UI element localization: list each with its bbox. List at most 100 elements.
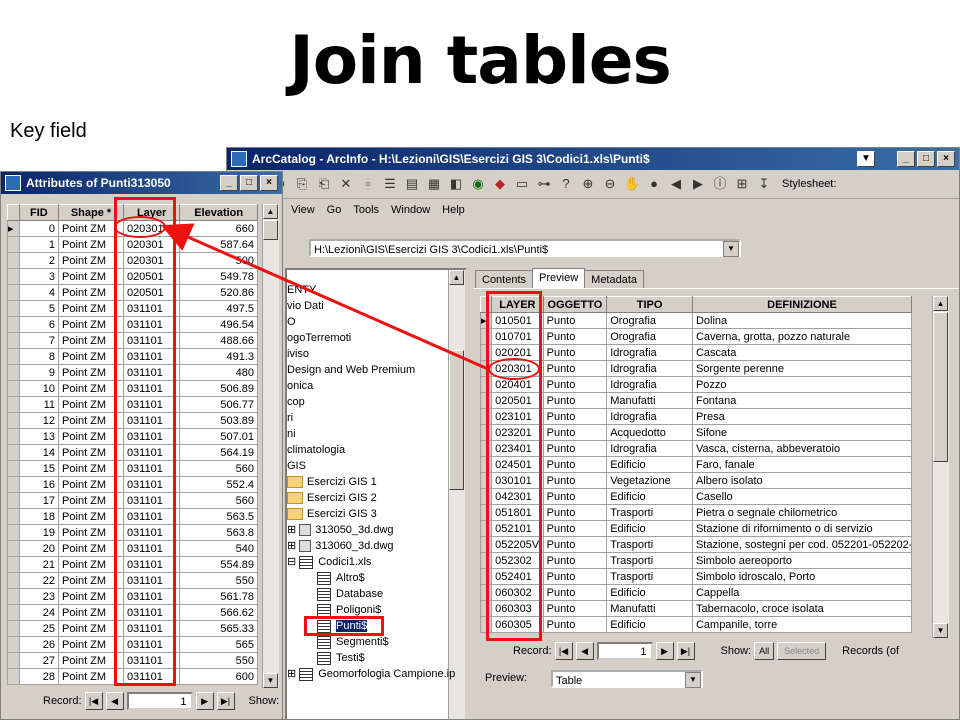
row-selector[interactable] xyxy=(7,316,20,333)
row-selector[interactable]: ▸ xyxy=(7,220,20,237)
oggetto-cell[interactable]: Punto xyxy=(542,360,608,377)
tipo-cell[interactable]: Idrografia xyxy=(606,376,693,393)
elevation-cell[interactable]: 503.89 xyxy=(179,412,258,429)
next-record-icon[interactable]: ▶ xyxy=(195,692,214,710)
definizione-cell[interactable]: Presa xyxy=(691,408,913,425)
first-record-icon[interactable]: |◀ xyxy=(554,642,573,660)
elevation-cell[interactable]: 550 xyxy=(179,572,258,589)
table-row[interactable]: 051801 Punto Trasporti Pietra o segnale chi… xyxy=(479,504,913,521)
tree-item[interactable]: vio Dati xyxy=(287,298,324,314)
tipo-cell[interactable]: Trasporti xyxy=(606,536,693,553)
tipo-cell[interactable]: Edificio xyxy=(606,520,693,537)
oggetto-cell[interactable]: Punto xyxy=(542,424,608,441)
elevation-cell[interactable]: 600 xyxy=(179,668,258,685)
oggetto-cell[interactable]: Punto xyxy=(542,440,608,457)
tree-item[interactable]: ri xyxy=(287,410,293,426)
definizione-cell[interactable]: Cappella xyxy=(691,584,913,601)
elevation-cell[interactable]: 660 xyxy=(179,220,258,237)
definizione-cell[interactable]: Simbolo aereoporto xyxy=(691,552,913,569)
row-selector[interactable] xyxy=(7,364,20,381)
oggetto-cell[interactable]: Punto xyxy=(542,392,608,409)
last-record-icon[interactable]: ▶| xyxy=(676,642,695,660)
row-selector[interactable] xyxy=(7,348,20,365)
row-selector[interactable] xyxy=(7,428,20,445)
table-row[interactable]: 042301 Punto Edificio Casello xyxy=(479,488,913,505)
fid-cell[interactable]: 18 xyxy=(18,508,60,525)
elevation-cell[interactable]: 587.64 xyxy=(179,236,258,253)
fid-cell[interactable]: 19 xyxy=(18,524,60,541)
definizione-cell[interactable]: Caverna, grotta, pozzo naturale xyxy=(691,328,913,345)
menu-tools[interactable]: Tools xyxy=(353,204,379,216)
table-row[interactable]: 020301 Punto Idrografia Sorgente perenne xyxy=(479,360,913,377)
expand-icon[interactable]: ⊞ xyxy=(287,524,296,536)
fid-cell[interactable]: 15 xyxy=(18,460,60,477)
row-selector[interactable] xyxy=(7,556,20,573)
definizione-cell[interactable]: Pietra o segnale chilometrico xyxy=(691,504,913,521)
arccatalog-titlebar[interactable]: ArcCatalog - ArcInfo - H:\Lezioni\GIS\Es… xyxy=(227,148,959,170)
elevation-cell[interactable]: 496.54 xyxy=(179,316,258,333)
tipo-cell[interactable]: Edificio xyxy=(606,456,693,473)
table-row[interactable]: 023101 Punto Idrografia Presa xyxy=(479,408,913,425)
record-number-input[interactable]: 1 xyxy=(596,642,653,660)
close-button[interactable]: × xyxy=(260,175,278,191)
tree-item-geomorfologia[interactable]: ⊞ Geomorfologia Campione.ip xyxy=(287,666,455,682)
large-icons-icon[interactable]: ▫ xyxy=(360,176,376,192)
tree-item[interactable]: Design and Web Premium xyxy=(287,362,415,378)
tipo-cell[interactable]: Manufatti xyxy=(606,392,693,409)
elevation-cell[interactable]: 550 xyxy=(179,652,258,669)
row-selector[interactable] xyxy=(7,284,20,301)
elevation-cell[interactable]: 563.8 xyxy=(179,524,258,541)
punti-scrollbar[interactable]: ▲ ▼ xyxy=(932,296,949,638)
elevation-cell[interactable]: 566.62 xyxy=(179,604,258,621)
fid-cell[interactable]: 22 xyxy=(18,572,60,589)
tipo-cell[interactable]: Idrografia xyxy=(606,360,693,377)
fid-cell[interactable]: 10 xyxy=(18,380,60,397)
fid-cell[interactable]: 13 xyxy=(18,428,60,445)
delete-icon[interactable]: ✕ xyxy=(338,176,354,192)
table-row[interactable]: 023401 Punto Idrografia Vasca, cisterna, ab… xyxy=(479,440,913,457)
scroll-up-button[interactable]: ▲ xyxy=(449,270,464,285)
full-extent-icon[interactable]: ● xyxy=(646,176,662,192)
prev-record-icon[interactable]: ◀ xyxy=(575,642,594,660)
table-row[interactable]: 020201 Punto Idrografia Cascata xyxy=(479,344,913,361)
row-selector[interactable] xyxy=(7,492,20,509)
tipo-cell[interactable]: Trasporti xyxy=(606,568,693,585)
elevation-cell[interactable]: 500 xyxy=(179,252,258,269)
elevation-cell[interactable]: 520.86 xyxy=(179,284,258,301)
minimize-button[interactable]: _ xyxy=(897,151,915,167)
table-row[interactable]: 052401 Punto Trasporti Simbolo idroscalo, P… xyxy=(479,568,913,585)
row-selector[interactable] xyxy=(7,236,20,253)
table-row[interactable]: 010701 Punto Orografia Caverna, grotta, poz… xyxy=(479,328,913,345)
table-row[interactable]: ▸ 010501 Punto Orografia Dolina xyxy=(479,312,913,329)
maximize-button[interactable]: □ xyxy=(240,175,258,191)
elevation-cell[interactable]: 549.78 xyxy=(179,268,258,285)
attributes-scrollbar[interactable]: ▲ ▼ xyxy=(262,204,279,688)
fid-cell[interactable]: 5 xyxy=(18,300,60,317)
menu-window[interactable]: Window xyxy=(391,204,430,216)
menu-help[interactable]: Help xyxy=(442,204,465,216)
elevation-cell[interactable]: 491.3 xyxy=(179,348,258,365)
table-row[interactable]: 052101 Punto Edificio Stazione di rifornime… xyxy=(479,520,913,537)
attributes-titlebar[interactable]: Attributes of Punti313050 _ □ × xyxy=(1,172,282,194)
col-tipo[interactable]: TIPO xyxy=(606,296,693,313)
col-elevation[interactable]: Elevation xyxy=(179,204,258,221)
fid-cell[interactable]: 26 xyxy=(18,636,60,653)
definizione-cell[interactable]: Pozzo xyxy=(691,376,913,393)
close-button[interactable]: × xyxy=(937,151,955,167)
row-selector[interactable] xyxy=(7,604,20,621)
expand-icon[interactable]: ⊞ xyxy=(287,668,296,680)
oggetto-cell[interactable]: Punto xyxy=(542,552,608,569)
menu-view[interactable]: View xyxy=(291,204,315,216)
fid-cell[interactable]: 21 xyxy=(18,556,60,573)
show-selected-button[interactable]: Selected xyxy=(777,642,827,660)
row-selector[interactable] xyxy=(7,460,20,477)
dropdown-arrow-icon[interactable]: ▼ xyxy=(857,151,875,167)
definizione-cell[interactable]: Vasca, cisterna, abbeveratoio xyxy=(691,440,913,457)
tipo-cell[interactable]: Edificio xyxy=(606,488,693,505)
elevation-cell[interactable]: 563.5 xyxy=(179,508,258,525)
elevation-cell[interactable]: 560 xyxy=(179,460,258,477)
tree-item[interactable]: iviso xyxy=(287,346,309,362)
identify-icon[interactable]: ⓘ xyxy=(712,176,728,192)
last-record-icon[interactable]: ▶| xyxy=(216,692,235,710)
tab-preview[interactable]: Preview xyxy=(532,268,586,289)
